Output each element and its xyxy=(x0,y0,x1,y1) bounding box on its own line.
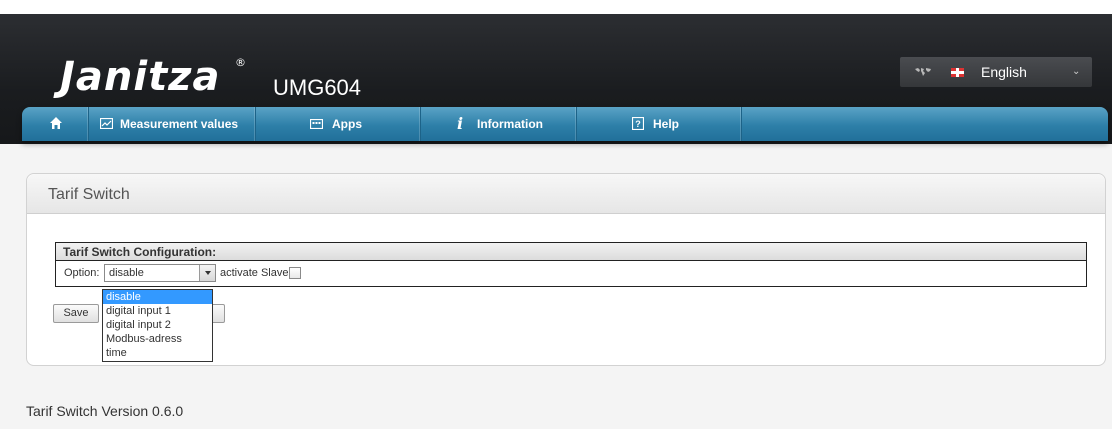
option-select[interactable]: disable xyxy=(104,264,216,282)
registered-mark: ® xyxy=(235,56,246,69)
chart-icon xyxy=(100,118,113,129)
svg-text:?: ? xyxy=(635,119,641,129)
language-selector[interactable]: English ⌄ xyxy=(900,57,1092,87)
nav-measurement-label: Measurement values xyxy=(120,117,239,131)
chevron-down-icon: ⌄ xyxy=(1072,66,1081,77)
dropdown-option[interactable]: time xyxy=(103,346,212,360)
activate-slave-checkbox[interactable] xyxy=(289,267,301,279)
dropdown-option[interactable]: Modbus-adress xyxy=(103,332,212,346)
config-heading: Tarif Switch Configuration: xyxy=(63,245,217,259)
config-heading-bar: Tarif Switch Configuration: xyxy=(55,242,1087,261)
dropdown-arrow-icon[interactable] xyxy=(199,265,215,281)
option-label: Option: xyxy=(64,267,100,279)
help-icon: ? xyxy=(632,117,644,130)
dropdown-option[interactable]: disable xyxy=(103,290,212,304)
nav-help-label: Help xyxy=(653,117,680,131)
nav-information-label: Information xyxy=(477,117,543,131)
option-dropdown-list: disable digital input 1 digital input 2 … xyxy=(102,289,213,362)
nav-apps-label: Apps xyxy=(332,117,362,131)
activate-slave-label: activate Slave: xyxy=(220,267,292,279)
home-icon xyxy=(50,117,62,129)
top-band xyxy=(0,0,1112,14)
nav-home[interactable] xyxy=(22,107,89,141)
version-text: Tarif Switch Version 0.6.0 xyxy=(26,403,184,419)
panel-header: Tarif Switch xyxy=(27,174,1105,214)
panel-title: Tarif Switch xyxy=(48,186,130,203)
info-icon: i xyxy=(457,114,464,133)
nav-help[interactable]: ? Help xyxy=(577,107,742,141)
nav-information[interactable]: i Information xyxy=(421,107,577,141)
world-map-icon xyxy=(915,68,931,76)
apps-icon xyxy=(310,119,323,129)
dropdown-option[interactable]: digital input 2 xyxy=(103,318,212,332)
flag-icon xyxy=(951,68,964,77)
janitza-logo: Janitza xyxy=(60,54,221,100)
device-name: UMG604 xyxy=(273,75,362,100)
nav-measurement-values[interactable]: Measurement values xyxy=(89,107,256,141)
option-select-value: disable xyxy=(109,267,144,279)
main-nav: Measurement values Apps i Information ? … xyxy=(22,107,1108,141)
dropdown-option[interactable]: digital input 1 xyxy=(103,304,212,318)
config-row: Option: disable activate Slave: xyxy=(55,261,1087,287)
language-label: English xyxy=(981,64,1027,80)
save-button[interactable]: Save xyxy=(53,304,99,323)
nav-apps[interactable]: Apps xyxy=(256,107,421,141)
